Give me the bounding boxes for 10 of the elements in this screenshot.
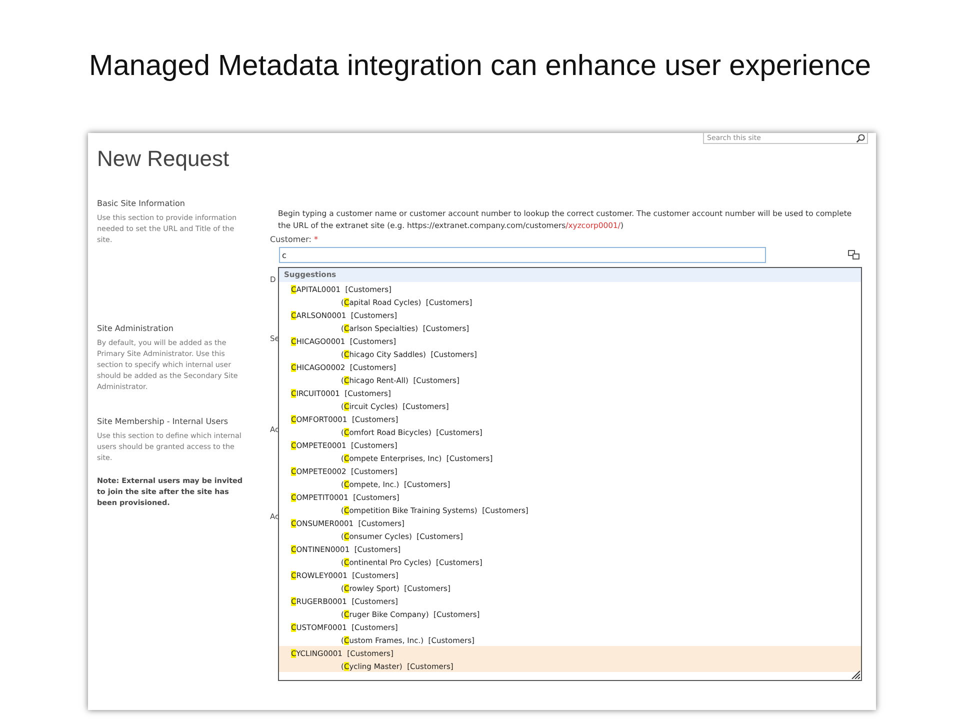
resize-grip-icon[interactable] [851, 670, 860, 679]
customer-label: Customer: * [270, 235, 319, 244]
search-icon[interactable] [856, 134, 865, 143]
section-heading: Site Membership - Internal Users [97, 416, 230, 427]
section-heading: Site Administration [97, 323, 174, 334]
browse-icon[interactable] [848, 250, 860, 260]
slide-title: Managed Metadata integration can enhance user experience [88, 49, 872, 84]
section-heading: Basic Site Information [97, 198, 186, 209]
customer-field[interactable]: c [279, 247, 766, 263]
page-title: New Request [97, 146, 230, 172]
